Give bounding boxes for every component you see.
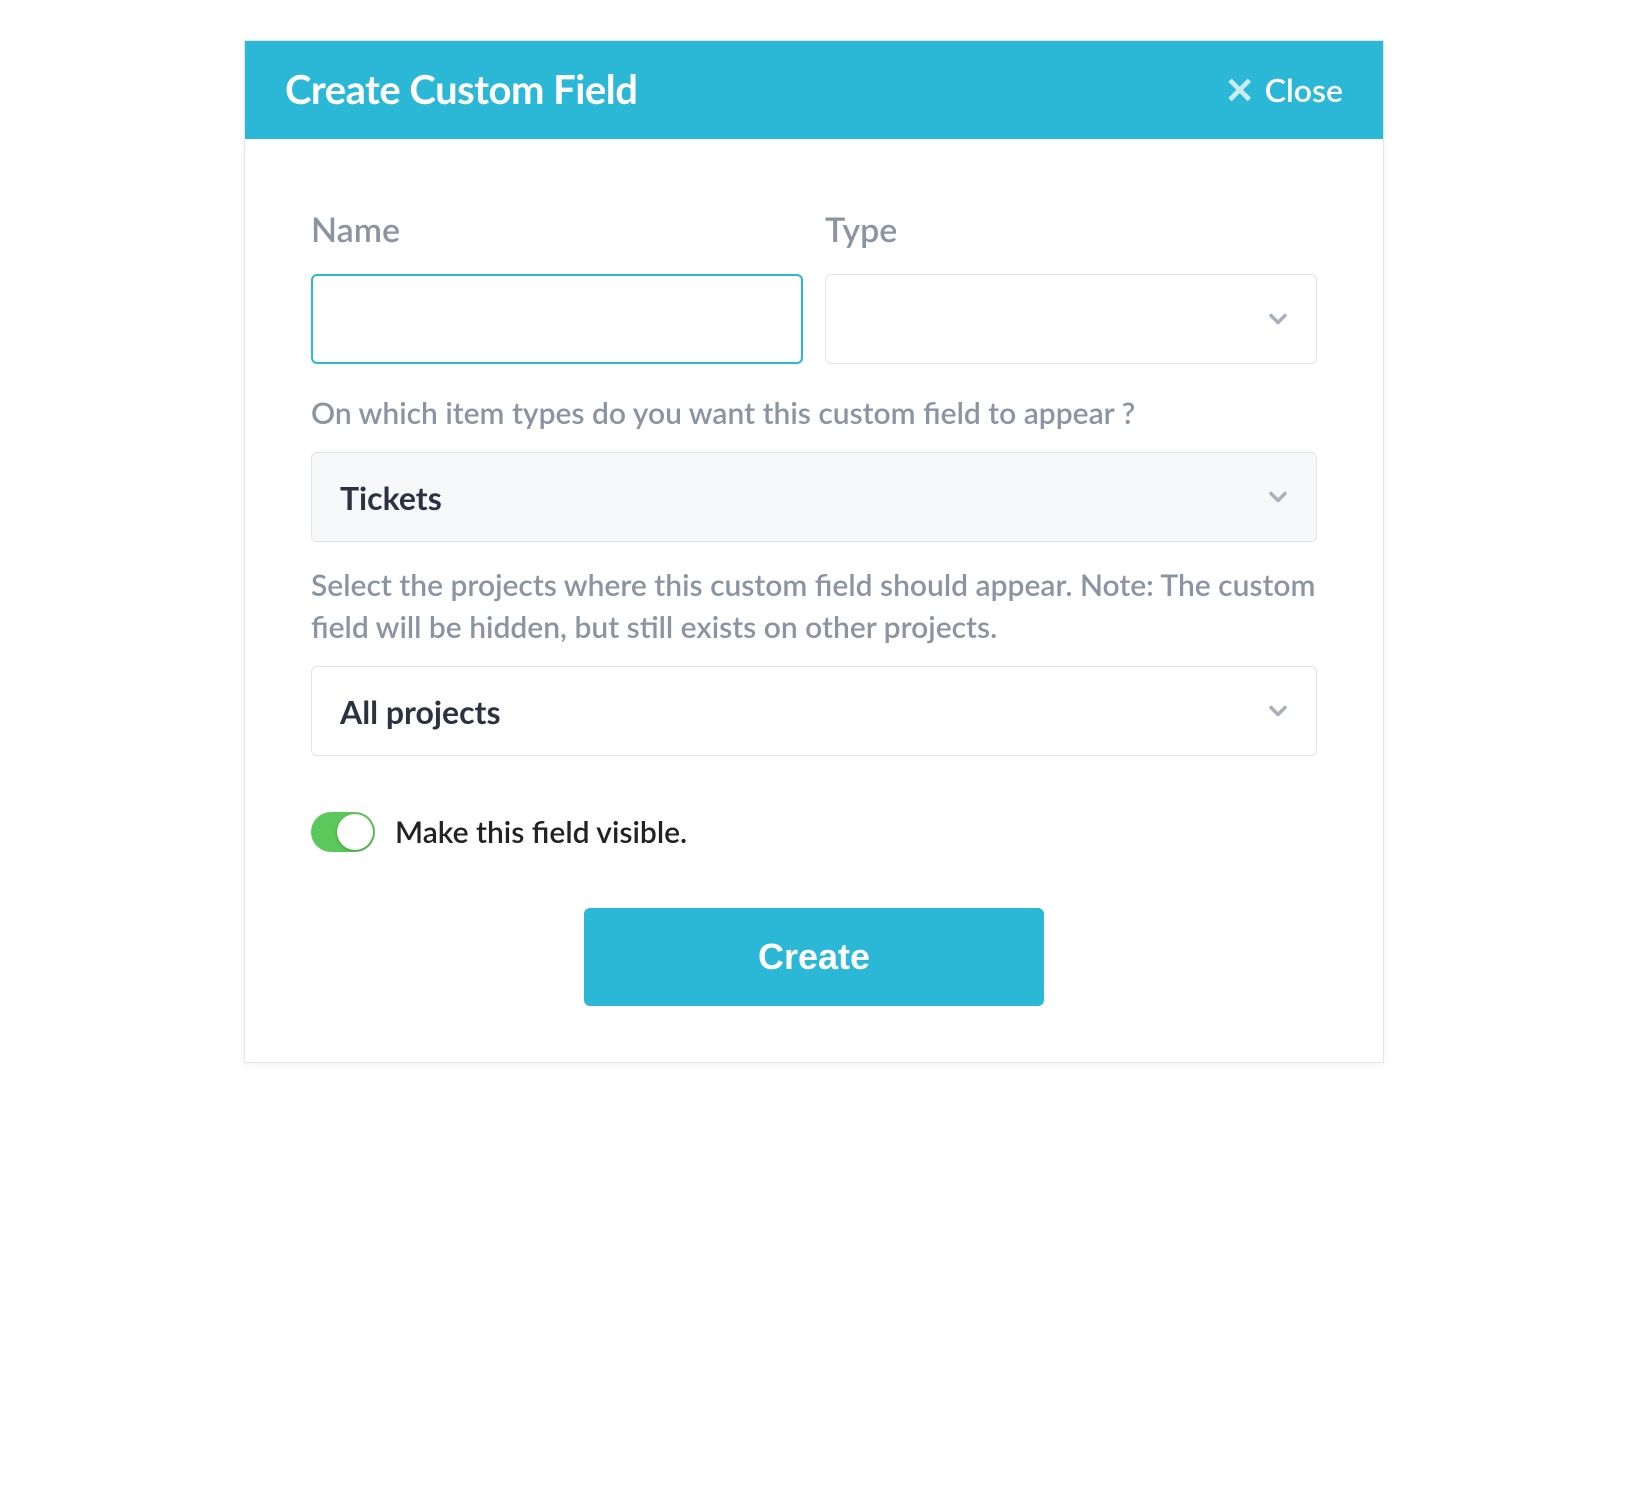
close-icon: ✕: [1225, 71, 1255, 107]
projects-select-value: All projects: [340, 692, 1264, 731]
create-button[interactable]: Create: [584, 908, 1044, 1006]
type-label: Type: [825, 209, 1317, 250]
item-types-label: On which item types do you want this cus…: [311, 392, 1317, 434]
chevron-down-icon: [1264, 483, 1292, 511]
item-types-select-value: Tickets: [340, 478, 1264, 517]
visible-toggle-label: Make this field visible.: [395, 814, 687, 850]
modal-title: Create Custom Field: [285, 65, 637, 113]
chevron-down-icon: [1264, 697, 1292, 725]
type-select[interactable]: [825, 274, 1317, 364]
name-column: Name: [311, 209, 803, 364]
visible-toggle-row: Make this field visible.: [311, 812, 1317, 852]
item-types-select[interactable]: Tickets: [311, 452, 1317, 542]
visible-toggle[interactable]: [311, 812, 375, 852]
name-type-row: Name Type: [311, 209, 1317, 364]
toggle-knob: [337, 814, 373, 850]
projects-select[interactable]: All projects: [311, 666, 1317, 756]
projects-label: Select the projects where this custom fi…: [311, 564, 1317, 648]
create-custom-field-modal: Create Custom Field ✕ Close Name Type: [244, 40, 1384, 1063]
type-column: Type: [825, 209, 1317, 364]
close-button[interactable]: ✕ Close: [1225, 70, 1343, 109]
close-label: Close: [1265, 70, 1343, 109]
modal-header: Create Custom Field ✕ Close: [245, 41, 1383, 139]
modal-footer: Create: [311, 908, 1317, 1006]
name-label: Name: [311, 209, 803, 250]
modal-body: Name Type On which item types do you wan…: [245, 139, 1383, 1062]
chevron-down-icon: [1264, 305, 1292, 333]
name-input[interactable]: [311, 274, 803, 364]
